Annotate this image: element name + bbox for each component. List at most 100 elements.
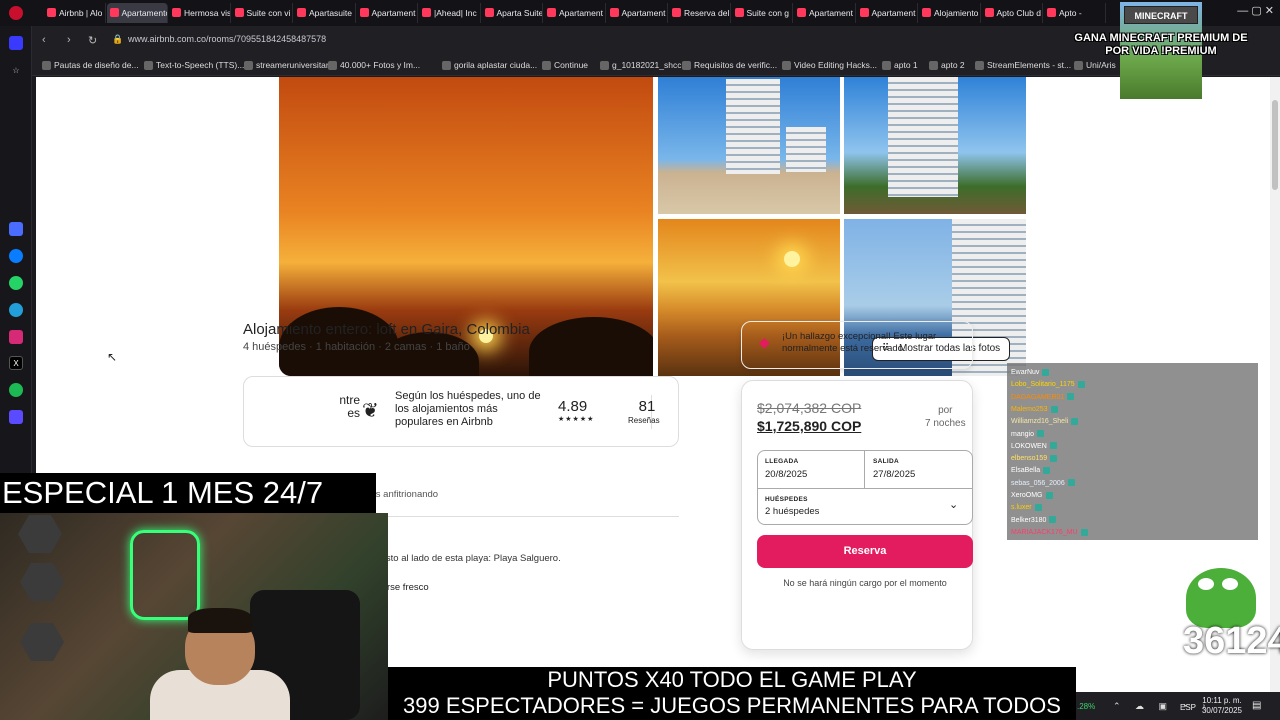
bookmark-icon xyxy=(144,61,153,70)
browser-tab[interactable]: Apto Club d xyxy=(982,3,1043,23)
chat-message: LOKOWEN xyxy=(1011,441,1057,453)
checkin-field[interactable]: 20/8/2025 xyxy=(765,469,807,480)
chat-username: MARIAJACK176_MU xyxy=(1011,528,1078,536)
tower-shape-2 xyxy=(786,127,826,172)
bookmark-label: Uni/Aris xyxy=(1086,60,1116,70)
browser-tab[interactable]: Hermosa vis xyxy=(169,3,231,23)
lock-icon: 🔒 xyxy=(112,34,124,44)
bookmark-item[interactable]: Pautas de diseño de... xyxy=(42,60,139,70)
aria-icon[interactable] xyxy=(9,222,23,236)
photo-top-1[interactable] xyxy=(658,77,840,214)
bookmark-item[interactable]: Requisitos de verific... xyxy=(682,60,777,70)
reviews-count[interactable]: 81 xyxy=(636,398,658,415)
photo-top-2[interactable] xyxy=(844,77,1026,214)
bookmark-item[interactable]: apto 2 xyxy=(929,60,965,70)
messenger-icon[interactable] xyxy=(9,249,23,263)
browser-tab[interactable]: Apto - xyxy=(1044,3,1106,23)
chat-message: Lobo_Solitario_1175 xyxy=(1011,379,1085,391)
url-field[interactable]: www.airbnb.com.co/rooms/7095518424584875… xyxy=(128,34,326,44)
neon-sign xyxy=(130,530,200,620)
guests-field[interactable]: 2 huéspedes xyxy=(765,506,819,517)
browser-tab[interactable]: Alojamiento xyxy=(919,3,981,23)
bookmark-item[interactable]: Video Editing Hacks... xyxy=(782,60,877,70)
airbnb-tab-icon xyxy=(922,8,931,17)
forward-icon[interactable]: › xyxy=(67,34,71,46)
home-icon[interactable] xyxy=(9,36,23,50)
browser-tab[interactable]: Apartasuite xyxy=(294,3,356,23)
listing-subtitle: 4 huéspedes · 1 habitación · 2 camas · 1… xyxy=(243,341,470,353)
streamer-hair xyxy=(188,608,252,633)
checkout-field[interactable]: 27/8/2025 xyxy=(873,469,915,480)
star-icon[interactable]: ☆ xyxy=(9,64,23,78)
bookmark-item[interactable]: StreamElements - st... xyxy=(975,60,1071,70)
guests-label: HUÉSPEDES xyxy=(765,496,808,503)
chat-username: Williamzd16_Sheli xyxy=(1011,418,1069,426)
follower-counter: 36124 xyxy=(1183,620,1280,662)
chat-message: mangio xyxy=(1011,429,1044,441)
chat-username: DAGAGAMER01 xyxy=(1011,393,1065,401)
browser-tab[interactable]: Airbnb | Alo xyxy=(44,3,106,23)
chat-message: DAGAGAMER01 xyxy=(1011,392,1075,404)
airbnb-tab-icon xyxy=(109,8,119,17)
window-controls[interactable]: — ▢ ✕ xyxy=(1237,4,1274,17)
clock[interactable]: 10:11 p. m. 30/07/2025 xyxy=(1200,696,1244,716)
browser-tab[interactable]: Apartament xyxy=(857,3,918,23)
browser-tab[interactable]: |Ahead| Inc xyxy=(419,3,481,23)
checkout-label: SALIDA xyxy=(873,458,899,465)
instagram-icon[interactable] xyxy=(9,330,23,344)
browser-tab[interactable]: Apartamento con su xyxy=(106,3,168,23)
tray-icons[interactable]: ⌃ ☁ ▣ ◔ ♪ xyxy=(1113,701,1212,712)
spotify-icon[interactable] xyxy=(9,383,23,397)
bookmark-label: Pautas de diseño de... xyxy=(54,60,139,70)
airbnb-tab-icon xyxy=(47,8,56,17)
language-indicator[interactable]: ESP xyxy=(1180,703,1196,712)
x-icon[interactable]: X xyxy=(9,356,23,370)
bookmark-item[interactable]: gorila aplastar ciuda... xyxy=(442,60,537,70)
bookmark-item[interactable]: streameruniversitari... xyxy=(244,60,338,70)
scrollbar-thumb[interactable] xyxy=(1272,100,1278,190)
chat-message: MARIAJACK176_MU xyxy=(1011,527,1088,539)
browser-tab[interactable]: Apartament xyxy=(357,3,418,23)
chevron-down-icon[interactable]: ⌄ xyxy=(949,498,958,511)
browser-tab[interactable]: Aparta Suite xyxy=(482,3,543,23)
browser-tab[interactable]: Suite con g xyxy=(732,3,793,23)
chat-message: Williamzd16_Sheli xyxy=(1011,416,1079,428)
chat-badge-icon xyxy=(1049,442,1057,450)
browser-tab[interactable]: Reserva del xyxy=(669,3,731,23)
browser-tab[interactable]: Apartament xyxy=(607,3,668,23)
opera-logo-icon[interactable] xyxy=(9,6,23,20)
bookmark-item[interactable]: Uni/Aris xyxy=(1074,60,1116,70)
chat-username: EwarNuv xyxy=(1011,369,1040,376)
bookmark-item[interactable]: apto 1 xyxy=(882,60,918,70)
reserve-button[interactable]: Reserva xyxy=(757,535,973,568)
bookmark-item[interactable]: g_10182021_shcc xyxy=(600,60,681,70)
minecraft-promo-text: GANA MINECRAFT PREMIUM DE POR VIDA !PREM… xyxy=(1074,32,1248,57)
telegram-icon[interactable] xyxy=(9,303,23,317)
tab-label: Apto - xyxy=(1059,8,1082,18)
bookmark-icon xyxy=(882,61,891,70)
chat-badge-icon xyxy=(1042,368,1050,376)
reviews-label[interactable]: Reseñas xyxy=(628,416,660,425)
notification-icon[interactable]: ▤ xyxy=(1252,700,1261,711)
bookmark-item[interactable]: Continue xyxy=(542,60,588,70)
reload-icon[interactable]: ↻ xyxy=(88,34,97,47)
price-discounted[interactable]: $1,725,890 COP xyxy=(757,418,861,434)
hex-decor xyxy=(18,515,62,553)
chat-username: Lobo_Solitario_1175 xyxy=(1011,381,1075,389)
browser-tab[interactable]: Apartament xyxy=(794,3,856,23)
whatsapp-icon[interactable] xyxy=(9,276,23,290)
chat-badge-icon xyxy=(1050,454,1058,462)
airbnb-tab-icon xyxy=(422,8,431,17)
browser-tab[interactable]: Apartament xyxy=(544,3,606,23)
player-icon[interactable] xyxy=(9,410,23,424)
bookmark-item[interactable]: 40.000+ Fotos y Im... xyxy=(328,60,420,70)
bookmark-label: Text-to-Speech (TTS)... xyxy=(156,60,245,70)
bookmark-item[interactable]: Text-to-Speech (TTS)... xyxy=(144,60,244,70)
chat-badge-icon xyxy=(1067,393,1075,401)
bookmark-label: g_10182021_shcc xyxy=(612,60,682,70)
back-icon[interactable]: ‹ xyxy=(42,34,46,46)
chat-username: s.luxer xyxy=(1011,504,1032,512)
listing-title: Alojamiento entero: loft en Gaira, Colom… xyxy=(243,321,530,338)
browser-tab[interactable]: Suite con vi xyxy=(232,3,293,23)
ticker-line-2: 399 ESPECTADORES = JUEGOS PERMANENTES PA… xyxy=(403,693,1061,718)
